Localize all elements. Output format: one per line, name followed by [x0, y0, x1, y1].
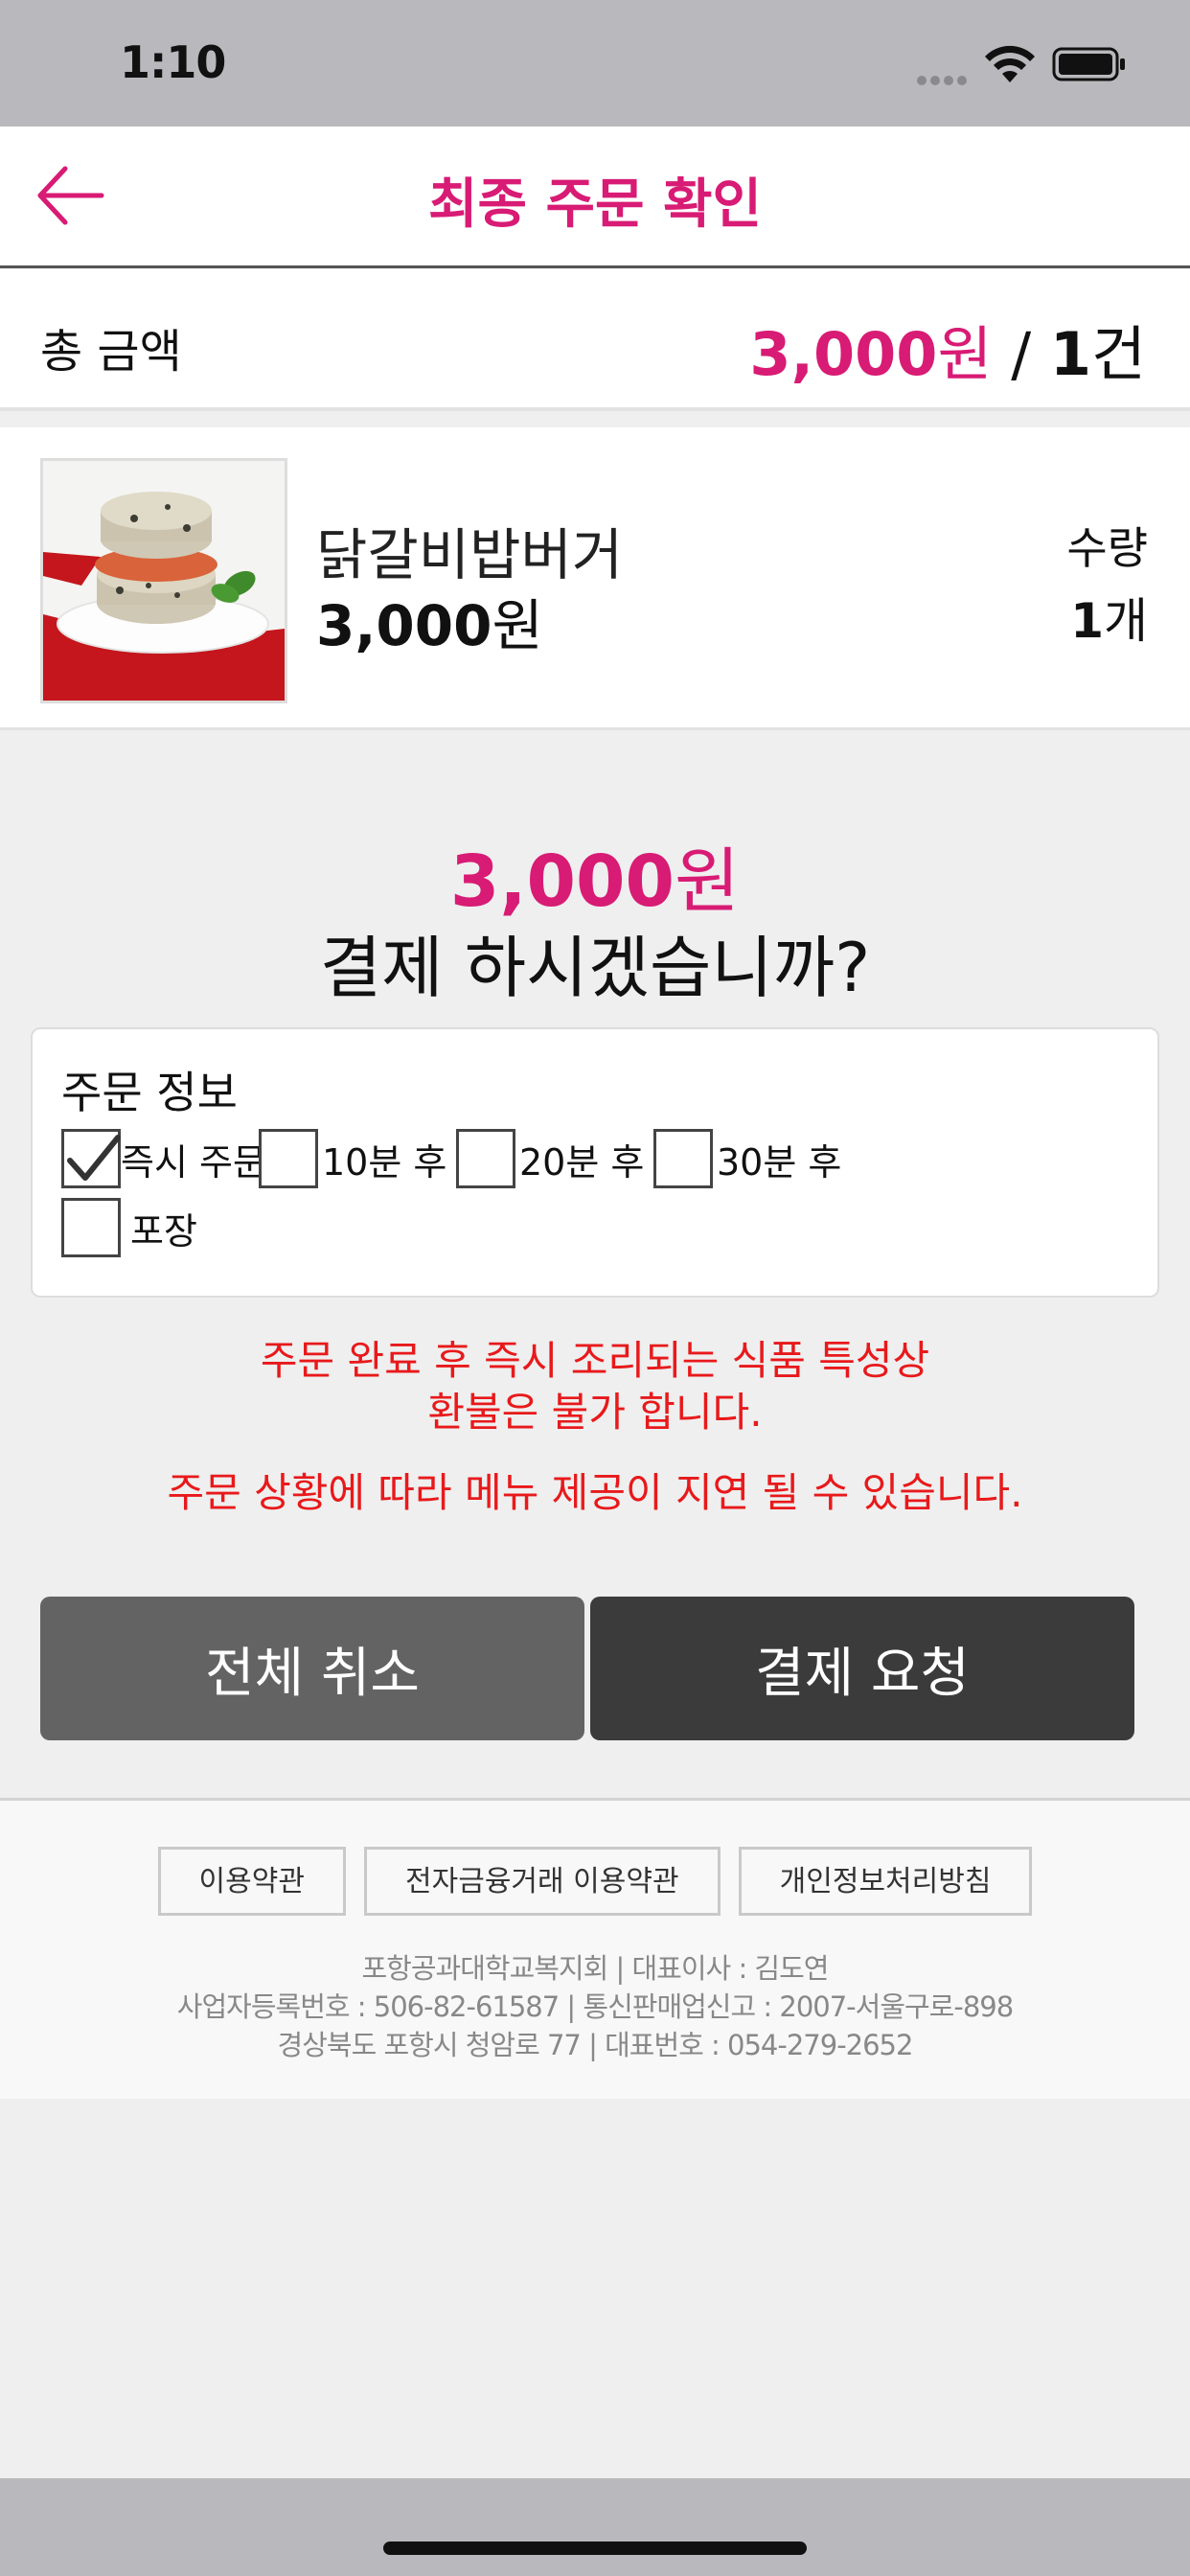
option-takeout[interactable]: 포장 — [61, 1198, 197, 1257]
checkbox-30min[interactable] — [653, 1129, 713, 1188]
refund-notice-line1: 주문 완료 후 즉시 조리되는 식품 특성상 — [260, 1337, 930, 1384]
terms-link[interactable]: 이용약관 — [157, 1847, 346, 1916]
battery-icon — [1052, 47, 1125, 81]
home-indicator[interactable] — [383, 2542, 807, 2555]
quantity-value: 1개 — [1070, 583, 1148, 652]
option-immediate[interactable]: 즉시 주문 — [61, 1129, 266, 1188]
wifi-icon — [985, 45, 1035, 82]
option-label: 20분 후 — [519, 1140, 645, 1184]
item-price-value: 3,000 — [316, 593, 492, 658]
confirm-amount-value: 3,000 — [449, 840, 675, 923]
option-10min[interactable]: 10분 후 — [259, 1129, 446, 1188]
order-item: 닭갈비밥버거 3,000원 수량 1개 — [0, 427, 1190, 730]
option-label: 10분 후 — [322, 1140, 447, 1184]
header: 최종 주문 확인 — [0, 126, 1190, 268]
cancel-all-button[interactable]: 전체 취소 — [40, 1597, 584, 1740]
delay-notice: 주문 상황에 따라 메뉴 제공이 지연 될 수 있습니다. — [167, 1469, 1023, 1516]
quantity-label: 수량 — [1066, 522, 1148, 574]
payment-request-button[interactable]: 결제 요청 — [590, 1597, 1134, 1740]
item-price-unit: 원 — [492, 593, 543, 658]
confirm-amount: 3,000원 — [0, 824, 1190, 927]
total-count: 1 — [1049, 319, 1091, 389]
order-info-title: 주문 정보 — [61, 1067, 238, 1118]
footer-company-info: 포항공과대학교복지회 | 대표이사 : 김도연 — [361, 1952, 830, 1985]
option-label: 30분 후 — [717, 1140, 842, 1184]
checkbox-20min[interactable] — [456, 1129, 515, 1188]
total-summary: 총 금액 3,000원 / 1건 — [0, 269, 1190, 411]
cellular-signal-icon — [917, 71, 971, 85]
total-amount: 3,000 — [749, 319, 938, 389]
order-info-panel: 주문 정보 즉시 주문 10분 후 20분 후 30분 후 포장 — [31, 1027, 1159, 1298]
confirm-question: 결제 하시겠습니까? — [319, 929, 871, 1007]
option-30min[interactable]: 30분 후 — [653, 1129, 841, 1188]
option-label: 포장 — [130, 1209, 197, 1253]
total-value: 3,000원 / 1건 — [749, 306, 1146, 392]
footer-address-info: 경상북도 포항시 청암로 77 | 대표번호 : 054-279-2652 — [277, 2029, 914, 2061]
status-time: 1:10 — [120, 36, 226, 88]
option-label: 즉시 주문 — [121, 1140, 266, 1184]
confirm-amount-unit: 원 — [674, 840, 741, 923]
quantity-unit: 개 — [1104, 593, 1148, 649]
privacy-policy-link[interactable]: 개인정보처리방침 — [738, 1847, 1033, 1916]
option-20min[interactable]: 20분 후 — [456, 1129, 644, 1188]
checkbox-immediate[interactable] — [61, 1129, 121, 1188]
footer: 이용약관 전자금융거래 이용약관 개인정보처리방침 포항공과대학교복지회 | 대… — [0, 1798, 1190, 2099]
status-bar: 1:10 — [0, 0, 1190, 126]
checkbox-takeout[interactable] — [61, 1198, 121, 1257]
footer-business-info: 사업자등록번호 : 506-82-61587 | 통신판매업신고 : 2007-… — [176, 1990, 1014, 2023]
refund-notice-line2: 환불은 불가 합니다. — [427, 1389, 763, 1436]
total-count-unit: 건 — [1090, 319, 1146, 389]
total-label: 총 금액 — [40, 325, 182, 379]
home-indicator-area — [0, 2478, 1190, 2576]
e-finance-terms-link[interactable]: 전자금융거래 이용약관 — [364, 1847, 721, 1916]
item-price: 3,000원 — [316, 581, 543, 661]
footer-links: 이용약관 전자금융거래 이용약관 개인정보처리방침 — [0, 1847, 1190, 1916]
checkbox-10min[interactable] — [259, 1129, 318, 1188]
item-name: 닭갈비밥버거 — [316, 522, 624, 587]
item-image — [40, 458, 287, 703]
checkmark-icon — [67, 1135, 121, 1181]
total-amount-unit: 원 — [937, 319, 993, 389]
quantity-number: 1 — [1070, 593, 1104, 649]
total-separator: / — [992, 319, 1050, 389]
page-title: 최종 주문 확인 — [427, 173, 763, 236]
